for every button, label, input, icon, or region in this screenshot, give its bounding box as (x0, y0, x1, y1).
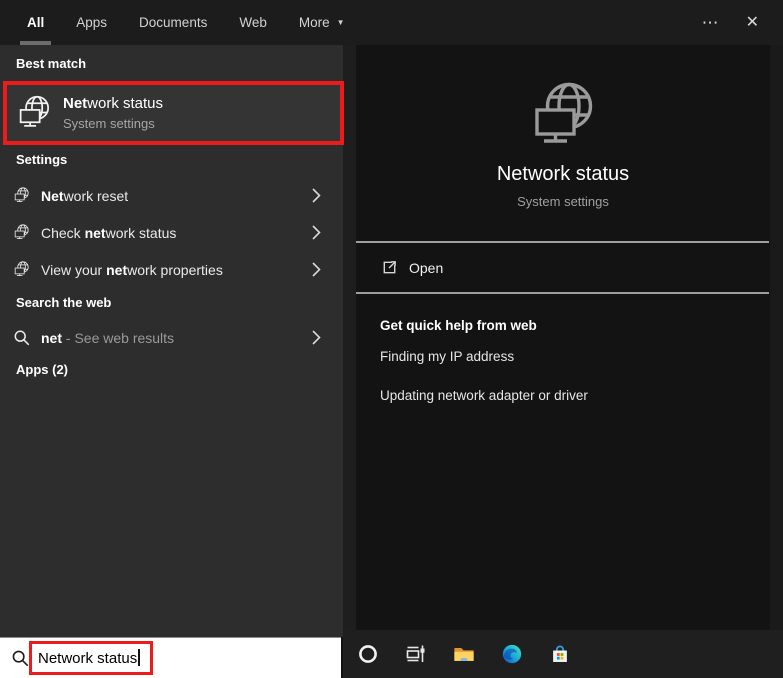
preview-pane: Network status System settings Open Get … (343, 45, 783, 630)
chevron-down-icon: ▼ (336, 18, 345, 27)
chevron-right-icon[interactable] (312, 330, 321, 345)
tab-more[interactable]: More ▼ (297, 0, 347, 45)
search-icon (11, 649, 29, 667)
store-button[interactable] (549, 643, 571, 665)
section-header-apps: Apps (2) (16, 362, 68, 377)
tab-more-label: More (298, 15, 330, 30)
search-input-text[interactable]: Network status (38, 649, 141, 667)
open-button[interactable]: Open (356, 244, 769, 291)
preview-subtitle: System settings (517, 194, 609, 209)
tab-web[interactable]: Web (237, 0, 269, 45)
network-icon (13, 224, 30, 241)
network-icon (13, 187, 30, 204)
settings-item-network-reset[interactable]: Network reset (0, 177, 343, 214)
close-button[interactable]: ✕ (746, 14, 759, 31)
tab-all[interactable]: All (19, 0, 52, 45)
section-header-best-match: Best match (16, 56, 87, 71)
tab-apps-label: Apps (76, 15, 108, 30)
web-search-item-label: net - See web results (41, 329, 175, 346)
search-results-panel: Best match Network status System setting… (0, 45, 344, 637)
settings-item-check-network-status[interactable]: Check network status (0, 214, 343, 251)
best-match-subtitle: System settings (63, 116, 155, 131)
network-icon (13, 261, 30, 278)
web-search-item[interactable]: net - See web results (0, 319, 343, 356)
settings-item-label: View your network properties (41, 261, 223, 278)
ellipsis-menu-button[interactable]: ⋯ (702, 14, 720, 31)
taskbar (343, 630, 783, 678)
section-header-settings: Settings (16, 152, 68, 167)
windows-search-flyout: All Apps Documents Web More ▼ ⋯ ✕ Best m… (0, 0, 783, 678)
taskbar-search-box[interactable]: Network status (0, 637, 341, 678)
divider (356, 292, 769, 294)
chevron-right-icon[interactable] (312, 225, 321, 240)
text-cursor (138, 649, 141, 666)
settings-item-label: Network reset (41, 187, 129, 204)
tab-documents[interactable]: Documents (137, 0, 209, 45)
divider (356, 241, 769, 243)
help-link-finding-ip[interactable]: Finding my IP address (380, 349, 514, 364)
help-link-updating-adapter[interactable]: Updating network adapter or driver (380, 388, 588, 403)
chevron-right-icon[interactable] (312, 188, 321, 203)
tab-documents-label: Documents (139, 15, 208, 30)
network-status-hero-icon (528, 81, 598, 151)
file-explorer-button[interactable] (453, 643, 475, 665)
network-status-icon (16, 95, 52, 131)
open-button-label: Open (409, 259, 444, 276)
open-external-icon (381, 259, 398, 276)
filter-tabs: All Apps Documents Web More ▼ (19, 0, 347, 45)
best-match-item-network-status[interactable]: Network status System settings (3, 81, 344, 145)
best-match-title: Network status (63, 95, 164, 112)
tab-web-label: Web (239, 15, 267, 30)
tab-apps[interactable]: Apps (74, 0, 109, 45)
preview-title: Network status (496, 163, 630, 185)
chevron-right-icon[interactable] (312, 262, 321, 277)
section-header-search-the-web: Search the web (16, 295, 112, 310)
search-icon (13, 329, 30, 346)
search-filter-bar: All Apps Documents Web More ▼ ⋯ ✕ (0, 0, 783, 45)
web-results-list: net - See web results (0, 319, 343, 356)
cortana-button[interactable] (357, 643, 379, 665)
settings-item-label: Check network status (41, 224, 177, 241)
task-view-button[interactable] (405, 643, 427, 665)
help-section-header: Get quick help from web (380, 318, 537, 333)
settings-item-view-network-properties[interactable]: View your network properties (0, 251, 343, 288)
settings-results-list: Network reset Check network status View … (0, 177, 343, 288)
tab-all-label: All (27, 15, 45, 30)
edge-button[interactable] (501, 643, 523, 665)
